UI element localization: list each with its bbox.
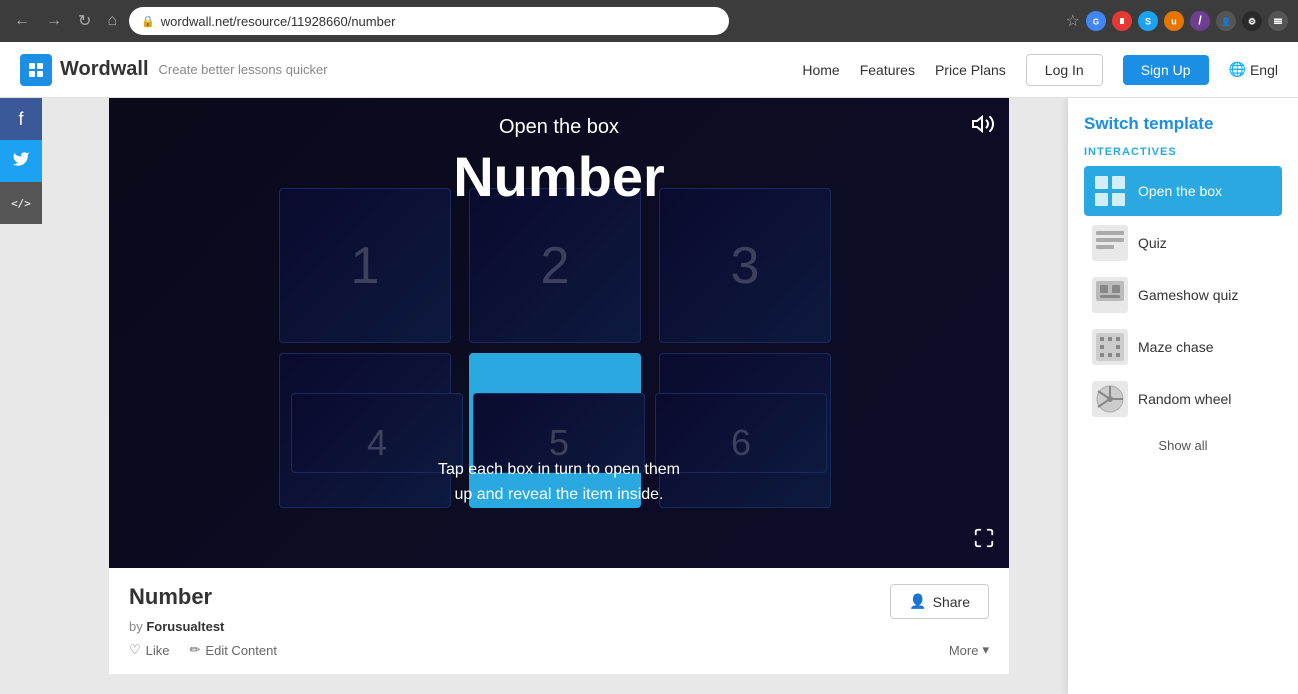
ext-u[interactable]: u xyxy=(1164,11,1184,31)
logo-tagline: Create better lessons quicker xyxy=(159,62,328,77)
template-item-open-the-box[interactable]: Open the box xyxy=(1084,166,1282,216)
template-item-gameshow-quiz[interactable]: Gameshow quiz xyxy=(1084,270,1282,320)
template-name-quiz: Quiz xyxy=(1138,235,1167,251)
ext-s[interactable]: S xyxy=(1138,11,1158,31)
share-button[interactable]: 👤 Share xyxy=(890,584,989,619)
header-nav: Home Features Price Plans Log In Sign Up… xyxy=(802,54,1278,86)
ext-puzzle[interactable]: ⚙ xyxy=(1242,11,1262,31)
like-label: Like xyxy=(146,643,170,658)
page-body: f </> Open the box Number xyxy=(0,98,1298,694)
game-template-label: Open the box xyxy=(499,116,619,139)
author-link[interactable]: Forusualtest xyxy=(146,619,224,634)
browser-extensions: ☆ G S u / 👤 ⚙ xyxy=(1066,11,1288,31)
heart-icon: ♡ xyxy=(129,642,141,658)
description-line2: up and reveal the item inside. xyxy=(438,482,680,508)
nav-price-plans[interactable]: Price Plans xyxy=(935,62,1006,78)
home-button[interactable]: ⌂ xyxy=(103,8,121,34)
section-label: INTERACTIVES xyxy=(1084,146,1282,158)
code-icon: </> xyxy=(11,197,31,210)
twitter-share-button[interactable] xyxy=(0,140,42,182)
template-icon-quiz xyxy=(1092,225,1128,261)
back-button[interactable]: ← xyxy=(10,8,34,34)
template-item-random-wheel[interactable]: Random wheel xyxy=(1084,374,1282,424)
facebook-icon: f xyxy=(18,109,23,130)
template-item-maze-chase[interactable]: Maze chase xyxy=(1084,322,1282,372)
twitter-icon xyxy=(12,150,30,173)
svg-text:u: u xyxy=(1171,17,1177,27)
person-icon: 👤 xyxy=(909,593,926,610)
switch-title-plain: Switch xyxy=(1084,114,1144,133)
share-label: Share xyxy=(933,594,970,610)
box-2[interactable]: 2 xyxy=(469,188,641,343)
template-name-maze-chase: Maze chase xyxy=(1138,339,1213,355)
template-icon-random-wheel xyxy=(1092,381,1128,417)
switch-title: Switch template xyxy=(1084,114,1282,134)
activity-title: Number xyxy=(129,584,989,610)
edit-label: Edit Content xyxy=(205,643,277,658)
template-icon-open-the-box xyxy=(1092,173,1128,209)
template-name-open-the-box: Open the box xyxy=(1138,183,1222,199)
below-game: 👤 Share Number by Forusualtest ♡ Like ✏ … xyxy=(109,568,1009,674)
ext-user[interactable]: 👤 xyxy=(1216,11,1236,31)
forward-button[interactable]: → xyxy=(42,8,66,34)
edit-icon: ✏ xyxy=(190,642,201,658)
chevron-down-icon: ▾ xyxy=(982,642,989,658)
by-label: by xyxy=(129,619,143,634)
svg-text:G: G xyxy=(1093,18,1099,27)
box-num-6[interactable]: 6 xyxy=(655,393,827,473)
box-3[interactable]: 3 xyxy=(659,188,831,343)
game-activity-name: Number xyxy=(453,144,665,209)
refresh-button[interactable]: ↻ xyxy=(74,7,95,35)
edit-content-button[interactable]: ✏ Edit Content xyxy=(190,642,277,658)
description-line1: Tap each box in turn to open them xyxy=(438,457,680,483)
globe-icon: 🌐 xyxy=(1229,61,1246,78)
more-button[interactable]: More ▾ xyxy=(949,642,989,658)
svg-text:⚙: ⚙ xyxy=(1248,17,1256,27)
ext-google[interactable]: G xyxy=(1086,11,1106,31)
box-1[interactable]: 1 xyxy=(279,188,451,343)
star-icon[interactable]: ☆ xyxy=(1066,11,1080,31)
lang-text: Engl xyxy=(1250,62,1278,78)
volume-button[interactable] xyxy=(971,112,995,142)
action-bar: ♡ Like ✏ Edit Content More ▾ xyxy=(129,642,989,658)
game-area: Open the box Number 1 2 3 4 START 5 xyxy=(109,98,1009,568)
svg-text:S: S xyxy=(1145,17,1151,27)
facebook-share-button[interactable]: f xyxy=(0,98,42,140)
browser-chrome: ← → ↻ ⌂ 🔒 wordwall.net/resource/11928660… xyxy=(0,0,1298,42)
embed-button[interactable]: </> xyxy=(0,182,42,224)
logo-icon xyxy=(20,54,52,86)
logo-link[interactable]: Wordwall xyxy=(20,54,149,86)
lock-icon: 🔒 xyxy=(141,15,155,28)
ext-pen[interactable]: / xyxy=(1190,11,1210,31)
ext-menu[interactable] xyxy=(1268,11,1288,31)
address-bar[interactable]: 🔒 wordwall.net/resource/11928660/number xyxy=(129,7,729,35)
nav-home[interactable]: Home xyxy=(802,62,839,78)
more-label: More xyxy=(949,643,979,658)
template-name-gameshow-quiz: Gameshow quiz xyxy=(1138,287,1238,303)
template-icon-maze-chase xyxy=(1092,329,1128,365)
game-container: Open the box Number 1 2 3 4 START 5 xyxy=(109,98,1009,568)
login-button[interactable]: Log In xyxy=(1026,54,1103,86)
logo-text: Wordwall xyxy=(60,58,149,81)
ext-red[interactable] xyxy=(1112,11,1132,31)
like-button[interactable]: ♡ Like xyxy=(129,642,170,658)
description-text: Tap each box in turn to open them up and… xyxy=(438,457,680,508)
social-sidebar: f </> xyxy=(0,98,42,224)
author-line: by Forusualtest xyxy=(129,619,989,634)
switch-template-panel: Switch template INTERACTIVES Open the bo… xyxy=(1068,98,1298,694)
signup-button[interactable]: Sign Up xyxy=(1123,55,1209,85)
main-content: Open the box Number 1 2 3 4 START 5 xyxy=(0,98,1068,694)
header: Wordwall Create better lessons quicker H… xyxy=(0,42,1298,98)
language-button[interactable]: 🌐 Engl xyxy=(1229,61,1278,78)
switch-title-accent: template xyxy=(1144,114,1214,133)
nav-features[interactable]: Features xyxy=(860,62,915,78)
fullscreen-button[interactable] xyxy=(973,527,995,554)
url-text: wordwall.net/resource/11928660/number xyxy=(161,14,396,29)
svg-text:👤: 👤 xyxy=(1221,17,1231,27)
show-all-button[interactable]: Show all xyxy=(1084,430,1282,461)
template-icon-gameshow-quiz xyxy=(1092,277,1128,313)
template-item-quiz[interactable]: Quiz xyxy=(1084,218,1282,268)
template-name-random-wheel: Random wheel xyxy=(1138,391,1231,407)
